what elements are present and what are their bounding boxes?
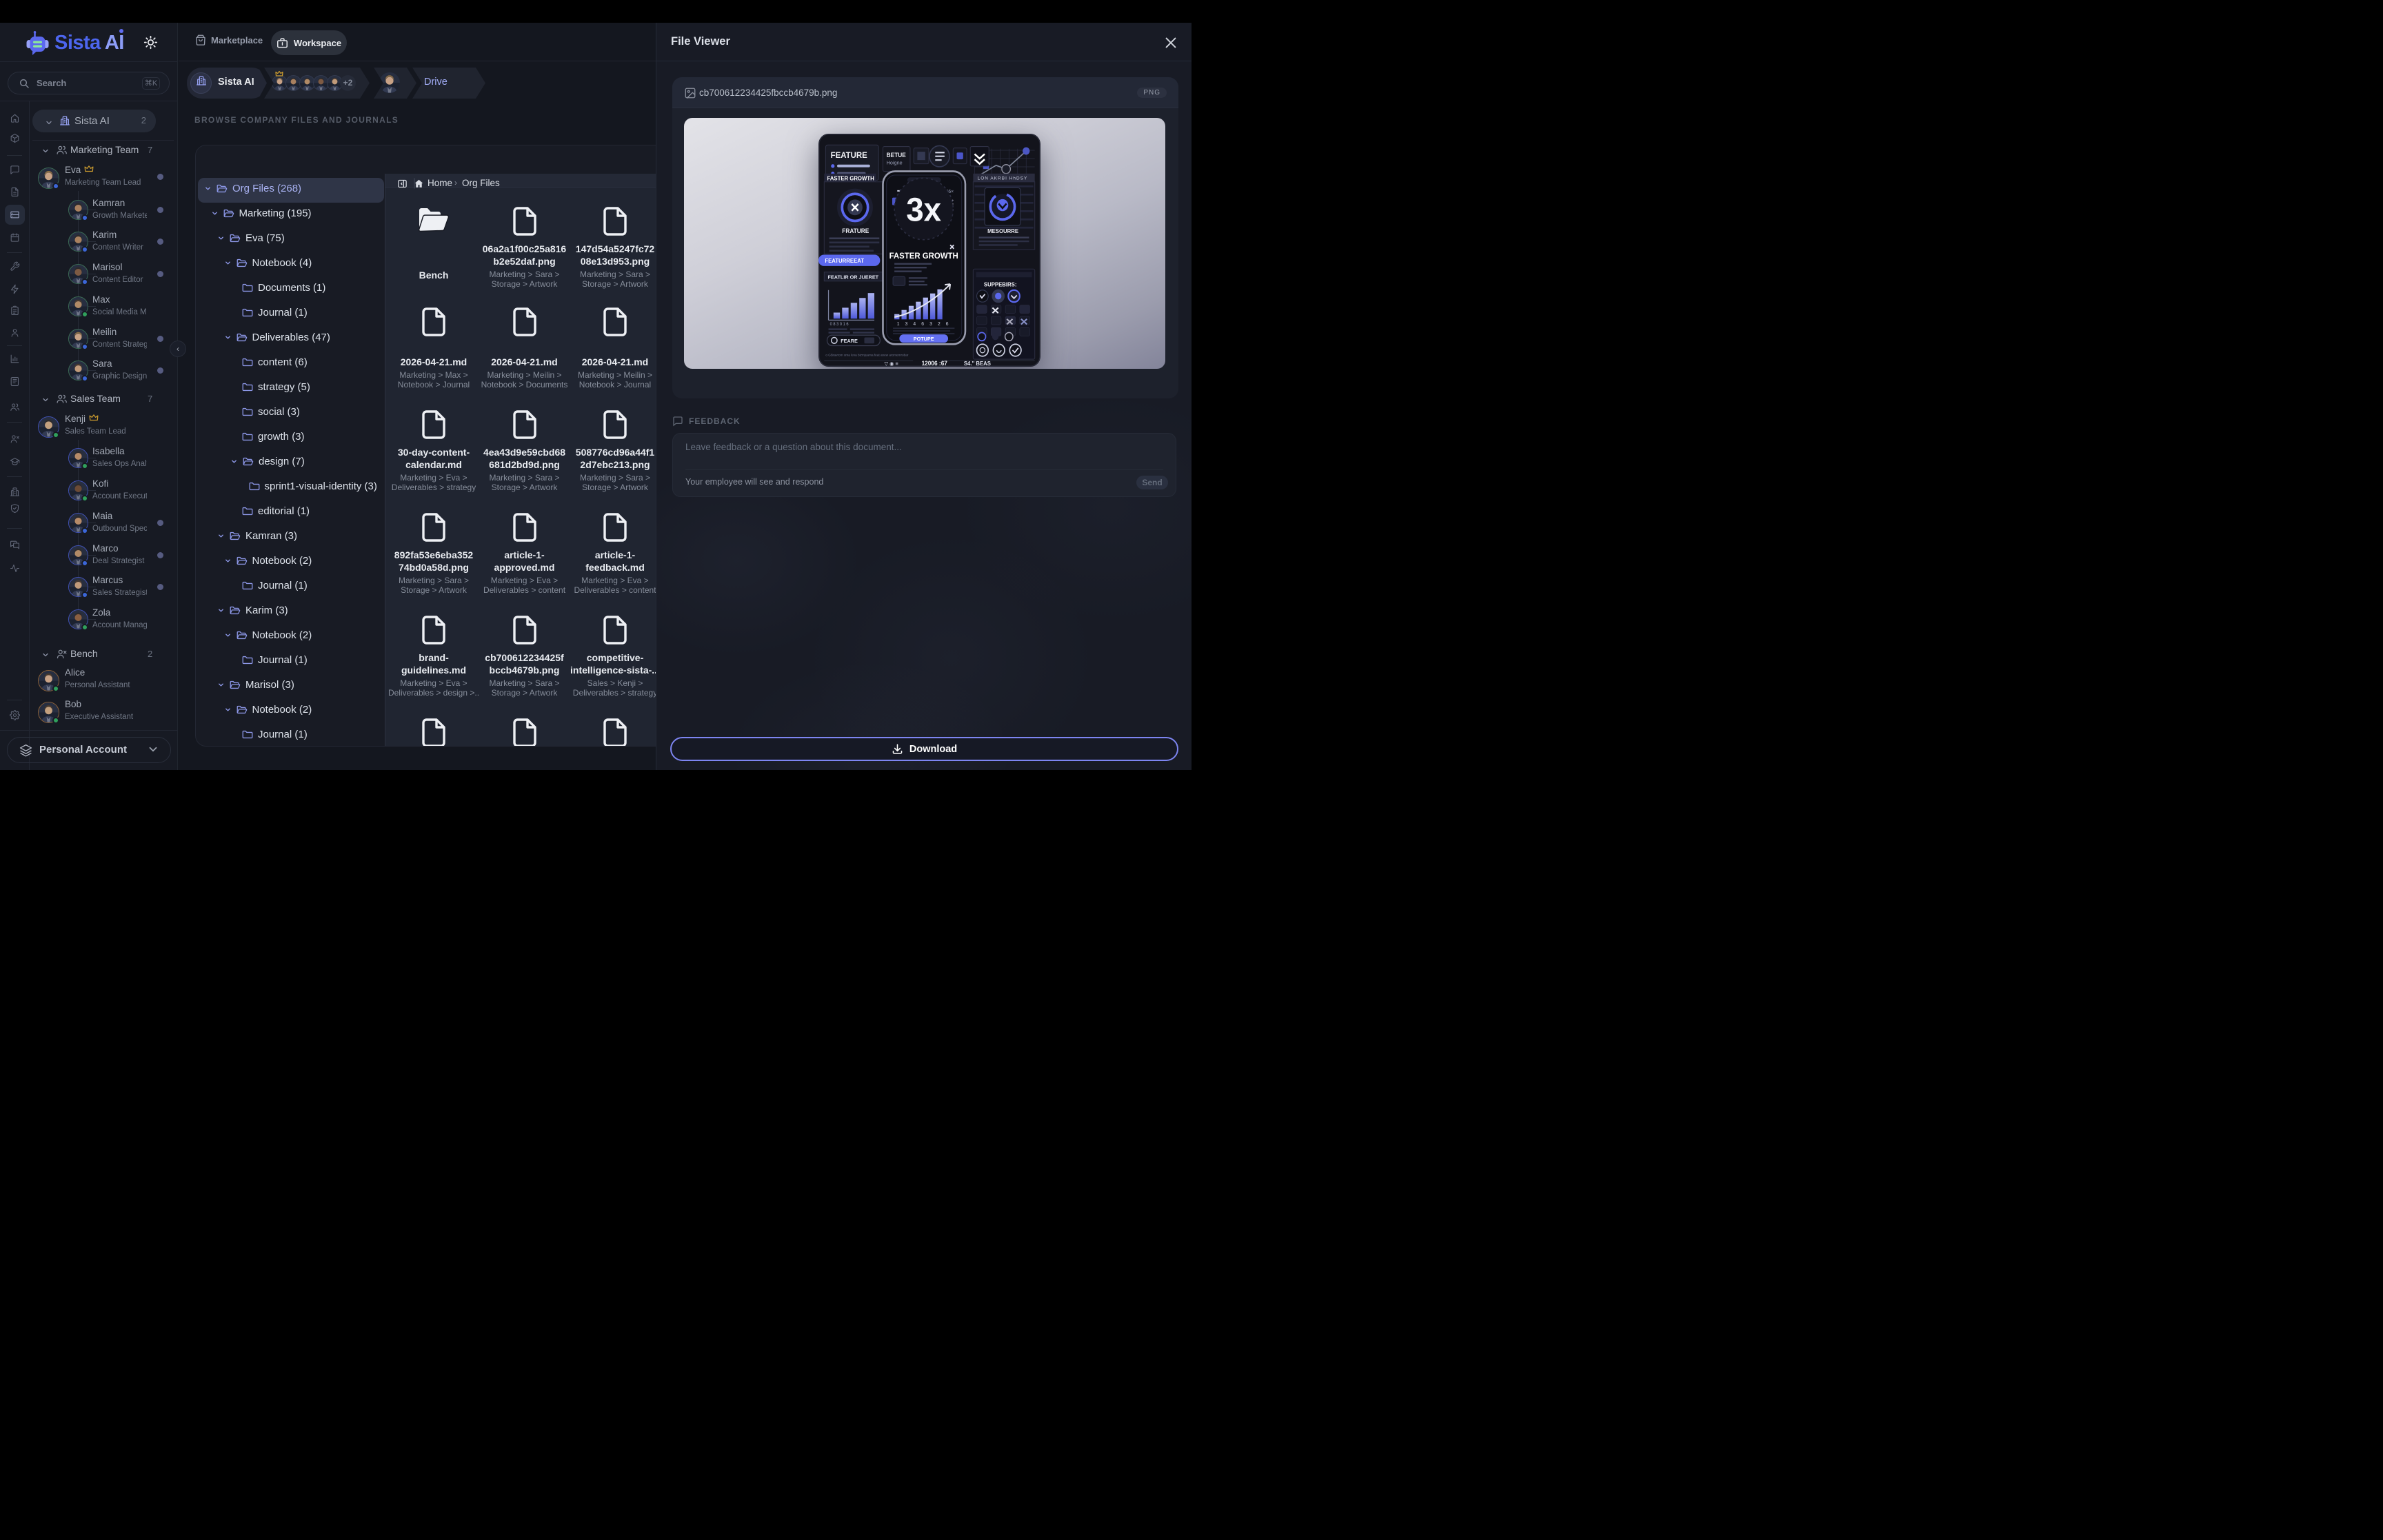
- svg-text:FEATURE: FEATURE: [831, 151, 867, 160]
- svg-text:o GBravrom oma leva bizmjuama: o GBravrom oma leva bizmjuama feat anew …: [825, 354, 908, 358]
- svg-text:FASTER GROWTH: FASTER GROWTH: [889, 252, 958, 261]
- svg-text:BETUE: BETUE: [887, 152, 906, 159]
- svg-text:MESOURRE: MESOURRE: [987, 228, 1018, 234]
- svg-text:Hoigne: Hoigne: [887, 160, 903, 166]
- svg-text:FEATLIR OR JUERET: FEATLIR OR JUERET: [828, 274, 879, 280]
- svg-text:0 8 3 0 1 6: 0 8 3 0 1 6: [830, 323, 849, 327]
- svg-text:FASTER GROWTH: FASTER GROWTH: [827, 175, 874, 181]
- svg-text:FEATURREEAT: FEATURREEAT: [825, 258, 864, 264]
- svg-text:FEARE: FEARE: [841, 338, 858, 344]
- svg-text:1 3 4 6 3 2 6: 1 3 4 6 3 2 6: [897, 322, 951, 327]
- svg-text:S4.'' BEAS: S4.'' BEAS: [964, 361, 991, 367]
- svg-text:SUPPEBIRS:: SUPPEBIRS:: [984, 281, 1017, 287]
- svg-text:POTUPE: POTUPE: [914, 336, 934, 342]
- svg-text:▽ ◉ ≡: ▽ ◉ ≡: [885, 361, 898, 367]
- svg-text:3x: 3x: [906, 191, 941, 227]
- svg-text:LON AKRBI HhDSY: LON AKRBI HhDSY: [978, 176, 1028, 181]
- svg-text:12006 :67: 12006 :67: [922, 360, 948, 367]
- svg-text:FRATURE: FRATURE: [842, 227, 869, 234]
